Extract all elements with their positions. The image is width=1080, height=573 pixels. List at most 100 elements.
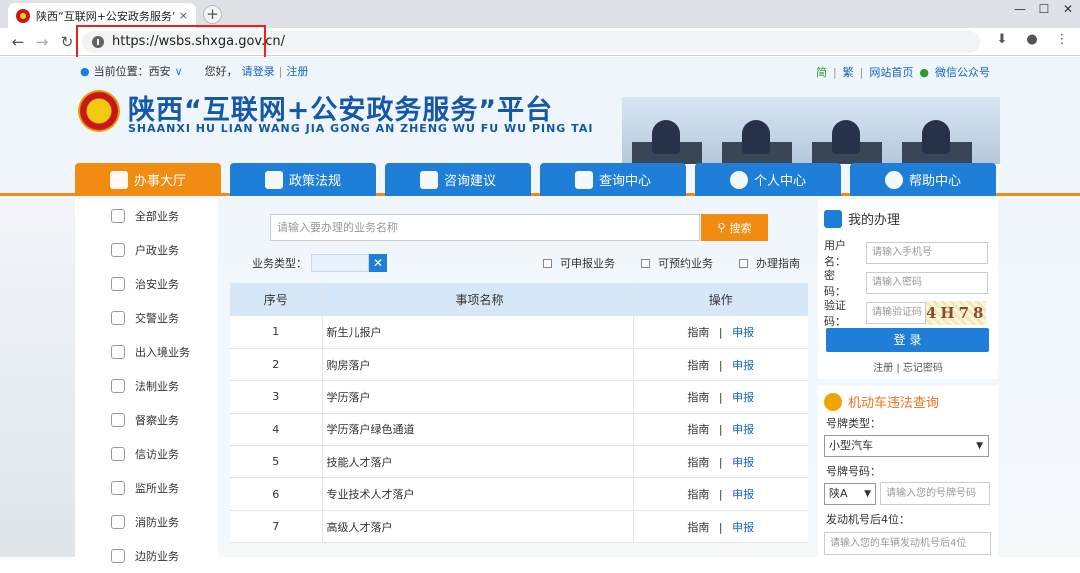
homepage-link[interactable]: 网站首页 — [869, 64, 913, 80]
row-item-name[interactable]: 学历落户绿色通道 — [322, 413, 634, 447]
tab-query-center[interactable]: 查询中心 — [540, 163, 686, 196]
guide-link[interactable]: 指南 — [687, 521, 709, 534]
checkbox[interactable] — [543, 258, 552, 268]
tab-consult[interactable]: 咨询建议 — [385, 163, 531, 196]
checkbox[interactable] — [641, 258, 650, 268]
login-button[interactable]: 登 录 — [826, 328, 989, 352]
guide-link[interactable]: 指南 — [687, 456, 709, 469]
greeting: 您好， — [204, 65, 238, 78]
guide-link[interactable]: 指南 — [687, 391, 709, 404]
dropdown-arrow-icon: ▼ — [864, 489, 871, 499]
list-icon — [111, 209, 125, 223]
violation-title: 机动车违法查询 — [824, 392, 939, 411]
row-item-name[interactable]: 购房落户 — [322, 348, 634, 382]
browser-tab-strip: 陕西“互联网+公安政务服务”平 × + — ☐ ✕ — [0, 0, 1080, 28]
sidebar-item-petition[interactable]: 信访业务 — [75, 437, 218, 471]
table-body: 1 新生儿报户 指南 | 申报 2 购房落户 指南 | 申报 3 学历落户 指南 | 申报 4 学历… — [230, 316, 808, 544]
passport-icon — [111, 345, 125, 359]
tab-policies[interactable]: 政策法规 — [230, 163, 376, 196]
account-icon[interactable]: ● — [1024, 32, 1040, 48]
username-field[interactable]: 请输入手机号 — [866, 242, 988, 264]
guide-link[interactable]: 指南 — [687, 488, 709, 501]
forward-arrow-icon[interactable]: → — [32, 32, 52, 52]
minimize-button[interactable]: — — [1008, 0, 1032, 20]
engine-number-field[interactable]: 请输入您的车辆发动机号后4位 — [824, 532, 991, 555]
wechat-icon: ● — [919, 65, 929, 79]
password-field[interactable]: 请输入密码 — [866, 272, 988, 294]
row-item-name[interactable]: 专业技术人才落户 — [322, 477, 634, 511]
close-window-button[interactable]: ✕ — [1056, 0, 1080, 20]
row-actions: 指南 | 申报 — [633, 380, 808, 414]
search-input[interactable]: 请输入要办理的业务名称 — [270, 214, 700, 241]
page: ● 当前位置：西安 ∨ 您好， 请登录 | 注册 简 | 繁 | 网站首页 ● … — [0, 57, 1080, 563]
divider: | — [718, 520, 723, 534]
tab-help-center[interactable]: 帮助中心 — [850, 163, 996, 196]
apply-link[interactable]: 申报 — [732, 326, 754, 339]
tab-service-hall[interactable]: 办事大厅 — [75, 163, 221, 196]
sidebar-item-household[interactable]: 户政业务 — [75, 233, 218, 267]
business-type-select[interactable] — [311, 254, 369, 272]
sidebar-item-all[interactable]: 全部业务 — [75, 199, 218, 233]
guide-link[interactable]: 指南 — [687, 423, 709, 436]
apply-link[interactable]: 申报 — [732, 521, 754, 534]
user-icon — [729, 170, 748, 189]
guide-link[interactable]: 指南 — [687, 326, 709, 339]
violation-query-box: 机动车违法查询 号牌类型： 小型汽车 ▼ 号牌号码： 陕A ▼ 请输入您的号牌号码 … — [818, 386, 998, 557]
apply-link[interactable]: 申报 — [732, 488, 754, 501]
captcha-field[interactable]: 请输验证码 — [866, 302, 926, 324]
sidebar-item-traffic[interactable]: 交警业务 — [75, 301, 218, 335]
row-item-name[interactable]: 学历落户 — [322, 380, 634, 414]
plate-number-field[interactable]: 请输入您的号牌号码 — [880, 482, 990, 505]
menu-icon[interactable]: ⋮ — [1054, 32, 1070, 48]
new-tab-button[interactable]: + — [203, 5, 222, 24]
sidebar-item-detention[interactable]: 监所业务 — [75, 471, 218, 505]
business-table: 序号 事项名称 操作 1 新生儿报户 指南 | 申报 2 购房落户 指南 | 申报 3 学历落… — [230, 283, 808, 544]
username-row: 用户名： 请输入手机号 — [824, 237, 988, 269]
sidebar-item-exit-entry[interactable]: 出入境业务 — [75, 335, 218, 369]
tab-personal-center[interactable]: 个人中心 — [695, 163, 841, 196]
checkbox[interactable] — [739, 258, 748, 268]
filter-reservable[interactable]: 可预约业务 — [641, 255, 713, 271]
row-actions: 指南 | 申报 — [633, 413, 808, 447]
apply-link[interactable]: 申报 — [732, 391, 754, 404]
sidebar-item-security[interactable]: 治安业务 — [75, 267, 218, 301]
extension-icon[interactable]: ⬇ — [994, 32, 1010, 48]
sidebar-item-fire[interactable]: 消防业务 — [75, 505, 218, 539]
reload-icon[interactable]: ↻ — [57, 32, 77, 52]
chevron-down-icon[interactable]: ∨ — [175, 65, 183, 78]
window-controls: — ☐ ✕ — [1008, 0, 1080, 22]
login-links: 注册 | 忘记密码 — [873, 363, 943, 374]
clear-icon[interactable]: ✕ — [369, 254, 387, 272]
traditional-link[interactable]: 繁 — [843, 64, 854, 80]
sidebar-item-legal[interactable]: 法制业务 — [75, 369, 218, 403]
filter-declarable[interactable]: 可申报业务 — [543, 255, 615, 271]
maximize-button[interactable]: ☐ — [1032, 0, 1056, 20]
captcha-image[interactable]: 4H78 — [926, 301, 986, 325]
back-arrow-icon[interactable]: ← — [8, 32, 28, 52]
row-item-name[interactable]: 新生儿报户 — [322, 316, 634, 349]
province-select[interactable]: 陕A ▼ — [824, 483, 876, 505]
table-header: 序号 事项名称 操作 — [230, 283, 808, 316]
apply-link[interactable]: 申报 — [732, 423, 754, 436]
forgot-password-link[interactable]: 忘记密码 — [903, 363, 943, 374]
apply-link[interactable]: 申报 — [732, 359, 754, 372]
filter-guide[interactable]: 办理指南 — [739, 255, 800, 271]
sidebar-item-inspection[interactable]: 督察业务 — [75, 403, 218, 437]
login-link[interactable]: 请登录 — [242, 63, 275, 79]
simplified-link[interactable]: 简 — [816, 64, 827, 80]
search-button[interactable]: ⚲ 搜索 — [701, 214, 768, 241]
sidebar-item-border[interactable]: 边防业务 — [75, 539, 218, 573]
guide-link[interactable]: 指南 — [687, 359, 709, 372]
tab-close-icon[interactable]: × — [179, 9, 188, 22]
register-link[interactable]: 注册 — [873, 363, 893, 374]
row-item-name[interactable]: 技能人才落户 — [322, 445, 634, 479]
row-actions: 指南 | 申报 — [633, 316, 808, 349]
filter-bar: 业务类型： ✕ 可申报业务 可预约业务 办理指南 — [252, 253, 800, 273]
business-sidebar: 全部业务 户政业务 治安业务 交警业务 出入境业务 法制业务 督察业务 信访业务… — [75, 199, 218, 563]
wechat-link[interactable]: 微信公众号 — [935, 64, 990, 80]
current-location[interactable]: 当前位置：西安 — [94, 63, 171, 79]
apply-link[interactable]: 申报 — [732, 456, 754, 469]
row-item-name[interactable]: 高级人才落户 — [322, 510, 634, 544]
plate-type-select[interactable]: 小型汽车 ▼ — [824, 435, 989, 457]
register-link[interactable]: 注册 — [286, 63, 308, 79]
